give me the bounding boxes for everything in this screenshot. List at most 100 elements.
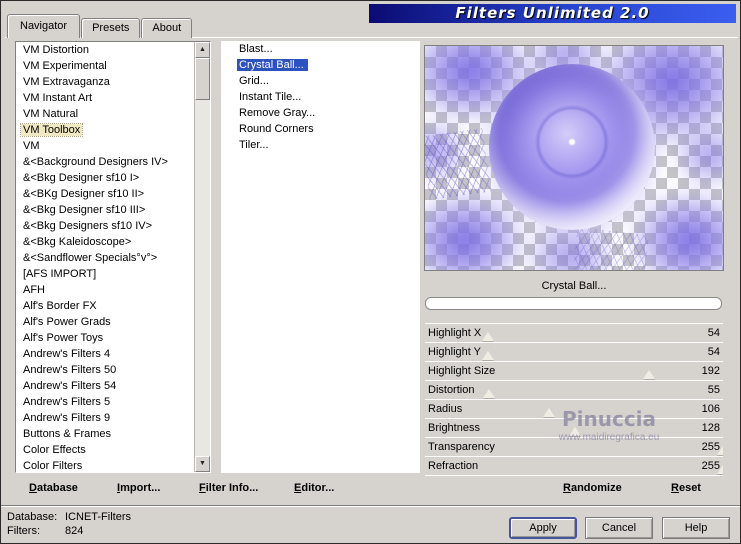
filter-list-item[interactable]: Crystal Ball...: [221, 57, 420, 73]
status-database-label: Database:: [7, 511, 58, 523]
status-filters: Filters: 824: [7, 525, 83, 538]
category-label: Alf's Power Toys: [23, 332, 104, 344]
category-label: VM Toolbox: [19, 123, 84, 137]
param-value: 192: [701, 365, 720, 377]
import-button[interactable]: Import...: [117, 482, 160, 494]
category-items: VM Distortion VM Experimental VM Extrava…: [16, 42, 194, 472]
category-label: Andrew's Filters 9: [23, 412, 111, 424]
tab-label: About: [152, 22, 182, 34]
filter-list-item[interactable]: Grid...: [221, 73, 420, 89]
category-list-item[interactable]: &<Bkg Designer sf10 III>: [16, 202, 194, 218]
tab[interactable]: Presets: [81, 18, 141, 38]
category-label: Andrew's Filters 4: [23, 348, 111, 360]
param-slider-row[interactable]: Radius 106: [425, 400, 723, 419]
category-list-item[interactable]: Andrew's Filters 50: [16, 362, 194, 378]
category-label: Alf's Power Grads: [23, 316, 111, 328]
slider-thumb-icon[interactable]: [482, 351, 495, 360]
category-list-item[interactable]: Color Filters: [16, 458, 194, 472]
filter-list-item[interactable]: Round Corners: [221, 121, 420, 137]
param-label: Highlight Size: [428, 365, 496, 377]
param-slider-row[interactable]: Highlight Size 192: [425, 362, 723, 381]
category-list-item[interactable]: VM Toolbox: [16, 122, 194, 138]
category-label: [AFS IMPORT]: [23, 268, 97, 280]
scrollbar-thumb[interactable]: [195, 58, 210, 100]
preview-mesh-texture: [425, 127, 492, 201]
category-scrollbar[interactable]: ▲ ▼: [194, 42, 210, 472]
param-value: 55: [707, 384, 720, 396]
filter-list-item[interactable]: Remove Gray...: [221, 105, 420, 121]
scroll-up-icon[interactable]: ▲: [195, 42, 210, 58]
category-list-item[interactable]: Buttons & Frames: [16, 426, 194, 442]
param-slider-row[interactable]: Transparency 255: [425, 438, 723, 457]
category-list-item[interactable]: &<Bkg Kaleidoscope>: [16, 234, 194, 250]
category-list-item[interactable]: [AFS IMPORT]: [16, 266, 194, 282]
param-slider-row[interactable]: Refraction 255: [425, 457, 723, 476]
param-slider-row[interactable]: Brightness 128: [425, 419, 723, 438]
param-value: 54: [707, 327, 720, 339]
param-slider-row[interactable]: Highlight Y 54: [425, 343, 723, 362]
progress-bar: [425, 297, 722, 310]
category-list-item[interactable]: Alf's Border FX: [16, 298, 194, 314]
category-list-item[interactable]: &<BKg Designer sf10 II>: [16, 186, 194, 202]
category-list-item[interactable]: VM Distortion: [16, 42, 194, 58]
filter-label: Crystal Ball...: [237, 59, 308, 71]
category-label: &<Background Designers IV>: [23, 156, 168, 168]
category-list-item[interactable]: Andrew's Filters 9: [16, 410, 194, 426]
category-list-item[interactable]: Andrew's Filters 5: [16, 394, 194, 410]
category-label: VM Instant Art: [23, 92, 93, 104]
category-list-item[interactable]: Alf's Power Grads: [16, 314, 194, 330]
filters-unlimited-window: Navigator Presets About Filters Unlimite…: [0, 0, 741, 544]
category-list-item[interactable]: AFH: [16, 282, 194, 298]
filter-list-item[interactable]: Tiler...: [221, 137, 420, 153]
category-list-item[interactable]: &<Bkg Designers sf10 IV>: [16, 218, 194, 234]
param-label: Brightness: [428, 422, 480, 434]
filter-list-item[interactable]: Blast...: [221, 41, 420, 57]
apply-button[interactable]: Apply: [509, 517, 577, 539]
database-button[interactable]: Database: [29, 482, 78, 494]
category-list-item[interactable]: VM: [16, 138, 194, 154]
category-list-item[interactable]: Color Effects: [16, 442, 194, 458]
editor-button[interactable]: Editor...: [294, 482, 334, 494]
slider-thumb-icon[interactable]: [482, 332, 495, 341]
filter-label: Blast...: [239, 43, 273, 55]
filter-list-item[interactable]: Instant Tile...: [221, 89, 420, 105]
category-list-item[interactable]: &<Bkg Designer sf10 I>: [16, 170, 194, 186]
filter-info-button[interactable]: Filter Info...: [199, 482, 258, 494]
category-label: Andrew's Filters 54: [23, 380, 117, 392]
param-slider-row[interactable]: Distortion 55: [425, 381, 723, 400]
scroll-down-icon[interactable]: ▼: [195, 456, 210, 472]
filter-label: Grid...: [239, 75, 269, 87]
reset-button[interactable]: Reset: [671, 482, 701, 494]
category-list-item[interactable]: Andrew's Filters 54: [16, 378, 194, 394]
category-list: VM Distortion VM Experimental VM Extrava…: [15, 41, 211, 473]
category-label: &<Bkg Designers sf10 IV>: [23, 220, 153, 232]
category-list-item[interactable]: Alf's Power Toys: [16, 330, 194, 346]
tab[interactable]: Navigator: [7, 14, 81, 38]
help-button[interactable]: Help: [662, 517, 730, 539]
category-label: &<BKg Designer sf10 II>: [23, 188, 145, 200]
category-list-item[interactable]: VM Experimental: [16, 58, 194, 74]
category-list-item[interactable]: &<Sandflower Specials°v°>: [16, 250, 194, 266]
cancel-button[interactable]: Cancel: [585, 517, 653, 539]
tab[interactable]: About: [141, 18, 193, 38]
parameter-sliders: Highlight X 54 Highlight Y 54 Highlight …: [425, 323, 723, 476]
randomize-button[interactable]: Randomize: [563, 482, 622, 494]
slider-thumb-icon[interactable]: [717, 446, 723, 455]
category-list-item[interactable]: Andrew's Filters 4: [16, 346, 194, 362]
category-label: Alf's Border FX: [23, 300, 97, 312]
slider-thumb-icon[interactable]: [483, 389, 496, 398]
status-filters-label: Filters:: [7, 525, 40, 537]
filter-label: Tiler...: [239, 139, 269, 151]
category-list-item[interactable]: VM Natural: [16, 106, 194, 122]
param-label: Transparency: [428, 441, 495, 453]
category-label: VM: [23, 140, 40, 152]
slider-thumb-icon[interactable]: [717, 465, 723, 474]
slider-thumb-icon[interactable]: [542, 408, 555, 417]
param-slider-row[interactable]: Highlight X 54: [425, 324, 723, 343]
category-list-item[interactable]: &<Background Designers IV>: [16, 154, 194, 170]
window-title: Filters Unlimited 2.0: [369, 4, 736, 23]
category-list-item[interactable]: VM Instant Art: [16, 90, 194, 106]
slider-thumb-icon[interactable]: [568, 427, 581, 436]
category-list-item[interactable]: VM Extravaganza: [16, 74, 194, 90]
slider-thumb-icon[interactable]: [643, 370, 656, 379]
